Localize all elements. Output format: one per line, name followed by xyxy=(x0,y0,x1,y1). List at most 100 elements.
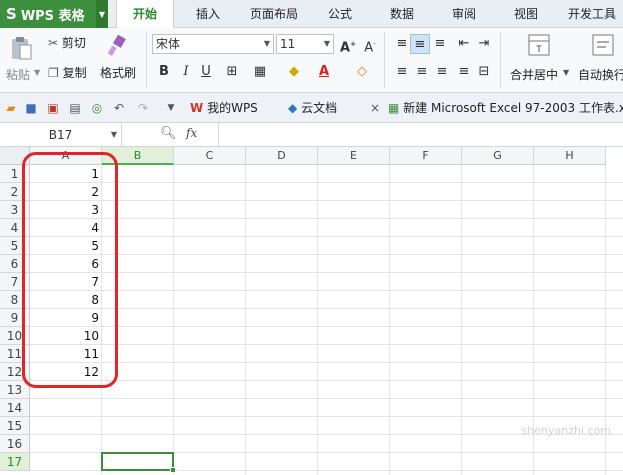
fill-color-icon[interactable]: ◆ xyxy=(284,62,304,82)
tab-data[interactable]: 数据 xyxy=(380,0,424,28)
print-icon[interactable]: ▤ xyxy=(66,99,84,117)
column-header-d[interactable]: D xyxy=(246,147,318,165)
tab-review[interactable]: 审阅 xyxy=(442,0,486,28)
font-color-button[interactable]: A xyxy=(314,62,334,82)
merge-center-button[interactable]: T xyxy=(528,34,550,59)
row-header-11[interactable]: 11 xyxy=(0,345,30,363)
font-size-select[interactable]: 11 ▼ xyxy=(276,34,334,54)
redo-icon[interactable]: ↷ xyxy=(134,99,152,117)
column-header-h[interactable]: H xyxy=(534,147,606,165)
cell-a8[interactable]: 8 xyxy=(30,291,102,309)
cell-a1[interactable]: 1 xyxy=(30,165,102,183)
row-header-6[interactable]: 6 xyxy=(0,255,30,273)
cell-a6[interactable]: 6 xyxy=(30,255,102,273)
copy-button[interactable]: ❐ 复制 xyxy=(48,64,87,81)
column-header-b[interactable]: B xyxy=(102,147,174,165)
copy-icon: ❐ xyxy=(48,66,59,80)
align-bottom-icon[interactable]: ≡ xyxy=(430,34,450,54)
column-header-c[interactable]: C xyxy=(174,147,246,165)
row-header-17[interactable]: 17 xyxy=(0,453,30,471)
chevron-down-icon[interactable]: ▼ xyxy=(96,0,108,28)
cell-a11[interactable]: 11 xyxy=(30,345,102,363)
increase-font-icon[interactable]: A+ xyxy=(338,34,358,55)
row-header-1[interactable]: 1 xyxy=(0,165,30,183)
active-cell-b17[interactable] xyxy=(101,452,176,473)
tab-view[interactable]: 视图 xyxy=(504,0,548,28)
tab-home[interactable]: 开始 xyxy=(116,0,174,29)
align-top-icon[interactable]: ≡ xyxy=(392,34,412,54)
underline-button[interactable]: U xyxy=(196,62,216,82)
bold-button[interactable]: B xyxy=(154,62,174,82)
increase-indent-icon[interactable]: ⇥ xyxy=(474,34,494,54)
app-logo-button[interactable]: S WPS 表格 xyxy=(0,0,96,28)
paste-button[interactable] xyxy=(8,36,34,65)
chevron-down-icon[interactable]: ▼ xyxy=(34,68,40,77)
tab-page-layout[interactable]: 页面布局 xyxy=(242,0,306,28)
tab-formula[interactable]: 公式 xyxy=(318,0,362,28)
cut-label: 剪切 xyxy=(61,36,86,50)
row-header-14[interactable]: 14 xyxy=(0,399,30,417)
chevron-down-icon[interactable]: ▼ xyxy=(563,68,569,77)
cell-a4[interactable]: 4 xyxy=(30,219,102,237)
cell-a10[interactable]: 10 xyxy=(30,327,102,345)
spreadsheet-grid[interactable]: ABCDEFGH 1 2 3 4 5 6 7 8 9 10 11 12 13 14 15 16 17 12345… xyxy=(0,147,623,475)
row-header-8[interactable]: 8 xyxy=(0,291,30,309)
tab-developer[interactable]: 开发工具 xyxy=(562,0,622,28)
close-icon[interactable]: × xyxy=(370,96,380,120)
cell-a7[interactable]: 7 xyxy=(30,273,102,291)
fill-handle[interactable] xyxy=(170,467,176,473)
fx-button[interactable]: fx xyxy=(186,126,197,140)
tab-insert[interactable]: 插入 xyxy=(182,0,234,28)
cell-a12[interactable]: 12 xyxy=(30,363,102,381)
font-name-select[interactable]: 宋体 ▼ xyxy=(152,34,274,54)
distribute-icon[interactable]: ⊟ xyxy=(474,62,494,82)
excel-doc-icon: ▦ xyxy=(388,101,400,115)
row-header-12[interactable]: 12 xyxy=(0,363,30,381)
decrease-indent-icon[interactable]: ⇤ xyxy=(454,34,474,54)
column-header-f[interactable]: F xyxy=(390,147,462,165)
cell-a2[interactable]: 2 xyxy=(30,183,102,201)
align-center-icon[interactable]: ≡ xyxy=(412,62,432,82)
decrease-font-icon[interactable]: A- xyxy=(360,34,380,55)
open-folder-icon[interactable]: ▰ xyxy=(2,99,20,117)
row-header-10[interactable]: 10 xyxy=(0,327,30,345)
doc-tab-my-wps[interactable]: W 我的WPS xyxy=(190,96,258,120)
column-header-a[interactable]: A xyxy=(30,147,102,165)
format-painter-button[interactable] xyxy=(106,34,128,61)
row-header-3[interactable]: 3 xyxy=(0,201,30,219)
cell-style-icon[interactable]: ▦ xyxy=(250,62,270,82)
border-icon[interactable]: ⊞ xyxy=(222,62,242,82)
cell-a3[interactable]: 3 xyxy=(30,201,102,219)
column-header-g[interactable]: G xyxy=(462,147,534,165)
row-header-2[interactable]: 2 xyxy=(0,183,30,201)
row-header-16[interactable]: 16 xyxy=(0,435,30,453)
name-box[interactable]: B17 ▼ xyxy=(0,124,122,146)
row-header-15[interactable]: 15 xyxy=(0,417,30,435)
align-left-icon[interactable]: ≡ xyxy=(392,62,412,82)
row-header-13[interactable]: 13 xyxy=(0,381,30,399)
italic-button[interactable]: I xyxy=(176,62,196,82)
print-preview-icon[interactable]: ▣ xyxy=(44,99,62,117)
column-header-e[interactable]: E xyxy=(318,147,390,165)
row-header-9[interactable]: 9 xyxy=(0,309,30,327)
align-right-icon[interactable]: ≡ xyxy=(432,62,452,82)
save-icon[interactable]: ■ xyxy=(22,99,40,117)
wrap-text-button[interactable] xyxy=(592,34,614,59)
justify-icon[interactable]: ≡ xyxy=(454,62,474,82)
chevron-down-icon[interactable]: ▼ xyxy=(162,99,180,117)
row-header-4[interactable]: 4 xyxy=(0,219,30,237)
undo-icon[interactable]: ↶ xyxy=(110,99,128,117)
row-header-5[interactable]: 5 xyxy=(0,237,30,255)
doc-tab-cloud-docs[interactable]: ◆ 云文档 xyxy=(288,96,337,120)
cut-button[interactable]: ✂ 剪切 xyxy=(48,34,86,51)
cell-a9[interactable]: 9 xyxy=(30,309,102,327)
formula-input[interactable] xyxy=(222,124,622,146)
zoom-formula-icon[interactable]: 🔍︎ xyxy=(160,126,177,141)
align-middle-icon[interactable]: ≡ xyxy=(410,34,430,54)
select-all-corner[interactable] xyxy=(0,147,30,165)
doc-tab-workbook[interactable]: ▦ 新建 Microsoft Excel 97-2003 工作表.x xyxy=(388,96,623,120)
find-icon[interactable]: ◎ xyxy=(88,99,106,117)
clear-format-icon[interactable]: ◇ xyxy=(352,62,372,82)
cell-a5[interactable]: 5 xyxy=(30,237,102,255)
row-header-7[interactable]: 7 xyxy=(0,273,30,291)
